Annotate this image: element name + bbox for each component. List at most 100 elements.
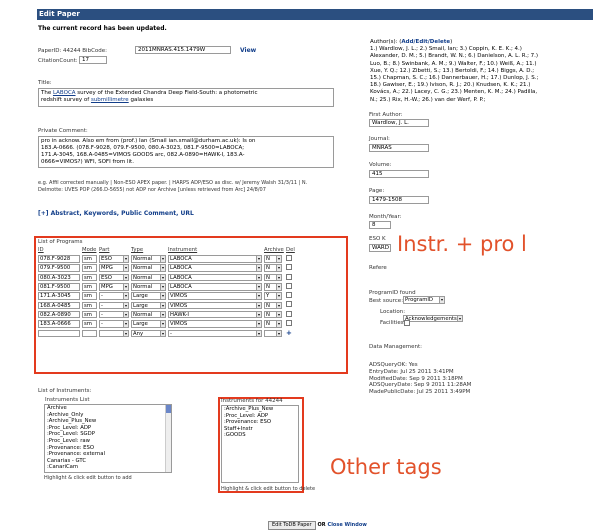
authors-edit-link[interactable]: Add/Edit/Delete — [401, 39, 450, 45]
program-id-input[interactable]: 078.F-9028 — [38, 255, 80, 263]
title-textarea[interactable]: The LABOCA survey of the Extended Chandr… — [38, 88, 334, 107]
col-part[interactable]: Part — [99, 247, 109, 253]
col-archive[interactable]: Archive — [264, 247, 284, 253]
add-program-button[interactable]: + — [286, 329, 292, 337]
instrument-list-item[interactable]: :Provenance: ESO — [45, 445, 171, 452]
program-archive-select[interactable]: N ▾ — [264, 283, 282, 291]
program-delete-checkbox[interactable] — [286, 264, 292, 271]
col-type[interactable]: Type — [131, 247, 143, 253]
program-id-input[interactable]: 183.A-0666 — [38, 320, 80, 328]
program-instrument-select[interactable]: - ▾ — [168, 329, 262, 338]
program-archive-select[interactable]: Y ▾ — [264, 292, 282, 300]
program-delete-checkbox[interactable] — [286, 292, 292, 299]
program-delete-checkbox[interactable] — [286, 254, 292, 261]
instrument-list-item[interactable]: :Archive_Only — [45, 412, 171, 419]
location-select[interactable]: Acknowledgements ▾ — [403, 314, 463, 322]
program-instrument-select[interactable]: HAWK-I ▾ — [168, 310, 262, 319]
program-delete-checkbox[interactable] — [286, 282, 292, 289]
close-window-link[interactable]: Close Window — [328, 522, 367, 528]
program-part-select[interactable]: MPG ▾ — [99, 283, 129, 291]
program-delete-checkbox[interactable] — [286, 273, 292, 280]
program-archive-select[interactable]: N ▾ — [264, 273, 282, 282]
program-part-select[interactable]: - ▾ — [99, 310, 129, 319]
program-mode-input[interactable]: sm — [82, 283, 97, 291]
program-instrument-select[interactable]: VIMOS ▾ — [168, 292, 262, 300]
assigned-instrument-item[interactable]: :Provenance: ESO — [222, 419, 298, 426]
program-type-select[interactable]: Large ▾ — [131, 320, 166, 328]
first-author-input[interactable]: Wardlow, J. L. — [369, 119, 429, 127]
program-type-select[interactable]: Large ▾ — [131, 292, 166, 300]
col-instrument[interactable]: Instrument — [168, 247, 197, 253]
instrument-list-item[interactable]: Canarias - GTC — [45, 458, 171, 465]
program-part-select[interactable]: - ▾ — [99, 320, 129, 328]
program-mode-input[interactable]: sm — [82, 320, 97, 328]
program-part-select[interactable]: ESO ▾ — [99, 255, 129, 263]
best-source-select[interactable]: ProgramID ▾ — [403, 296, 445, 304]
instruments-listbox[interactable]: Archive:Archive_Only:Archive_Plus_New:Pr… — [44, 404, 172, 473]
col-mode[interactable]: Mode — [82, 247, 96, 253]
bibcode-input[interactable]: 2011MNRAS.415.1479W — [135, 46, 231, 54]
view-link[interactable]: View — [240, 47, 256, 54]
program-part-select[interactable]: - ▾ — [99, 301, 129, 310]
program-mode-input[interactable]: sm — [82, 273, 97, 282]
assigned-instrument-item[interactable]: Staff+Instr — [222, 426, 298, 433]
program-mode-input[interactable]: sm — [82, 310, 97, 319]
program-instrument-select[interactable]: LABOCA ▾ — [168, 273, 262, 282]
program-mode-input[interactable] — [82, 329, 97, 338]
program-mode-input[interactable]: sm — [82, 301, 97, 310]
page-input[interactable]: 1479-1508 — [369, 196, 429, 204]
program-archive-select[interactable]: N ▾ — [264, 320, 282, 328]
program-type-select[interactable]: Normal ▾ — [131, 273, 166, 282]
abstract-toggle-link[interactable]: [+] Abstract, Keywords, Public Comment, … — [38, 210, 194, 217]
program-type-select[interactable]: Large ▾ — [131, 301, 166, 310]
program-delete-checkbox[interactable] — [286, 301, 292, 308]
program-mode-input[interactable]: sm — [82, 292, 97, 300]
col-id[interactable]: ID — [38, 247, 44, 253]
program-id-input[interactable]: 079.F-9500 — [38, 264, 80, 272]
program-id-input[interactable]: 080.A-3023 — [38, 273, 80, 282]
program-id-input[interactable]: 082.A-0890 — [38, 310, 80, 319]
program-instrument-select[interactable]: LABOCA ▾ — [168, 255, 262, 263]
journal-input[interactable]: MNRAS — [369, 144, 429, 152]
instrument-list-item[interactable]: :Proc_Level: SGDP — [45, 431, 171, 438]
month-input[interactable]: 8 — [369, 221, 391, 229]
program-part-select[interactable]: - ▾ — [99, 292, 129, 300]
program-instrument-select[interactable]: LABOCA ▾ — [168, 264, 262, 272]
program-part-select[interactable]: ESO ▾ — [99, 273, 129, 282]
program-mode-input[interactable]: sm — [82, 255, 97, 263]
program-archive-select[interactable]: N ▾ — [264, 255, 282, 263]
program-instrument-select[interactable]: VIMOS ▾ — [168, 320, 262, 328]
assigned-instrument-item[interactable]: :GOODS — [222, 432, 298, 439]
private-comment-textarea[interactable]: pro in acknow. Also em from (prof.) Ian … — [38, 136, 334, 168]
citation-input[interactable]: 17 — [79, 56, 107, 64]
assigned-instrument-item[interactable]: :Proc_Level: ADP — [222, 413, 298, 420]
listbox-scrollbar[interactable] — [165, 405, 171, 472]
volume-input[interactable]: 415 — [369, 170, 429, 178]
instrument-list-item[interactable]: :Provenance: external — [45, 451, 171, 458]
program-archive-select[interactable]: ▾ — [264, 329, 282, 338]
edit-paper-button[interactable]: Edit ToDB Paper — [268, 521, 316, 530]
program-type-select[interactable]: Normal ▾ — [131, 283, 166, 291]
program-archive-select[interactable]: N ▾ — [264, 264, 282, 272]
program-type-select[interactable]: Normal ▾ — [131, 255, 166, 263]
program-type-select[interactable]: Any ▾ — [131, 329, 166, 338]
program-instrument-select[interactable]: VIMOS ▾ — [168, 301, 262, 310]
facilities-checkbox[interactable] — [404, 320, 410, 326]
program-part-select[interactable]: ▾ — [99, 329, 129, 338]
program-type-select[interactable]: Normal ▾ — [131, 310, 166, 319]
instrument-list-item[interactable]: :Proc_Level: ADP — [45, 425, 171, 432]
program-id-input[interactable]: 081.F-9500 — [38, 283, 80, 291]
instrument-list-item[interactable]: :CanariCam — [45, 464, 171, 471]
eso-input[interactable]: WARD — [369, 244, 391, 252]
instrument-list-item[interactable]: :Archive_Plus_New — [45, 418, 171, 425]
instruments-for-listbox[interactable]: :Archive_Plus_New:Proc_Level: ADP:Proven… — [221, 405, 299, 483]
program-delete-checkbox[interactable] — [286, 310, 292, 317]
program-type-select[interactable]: Normal ▾ — [131, 264, 166, 272]
assigned-instrument-item[interactable]: :Archive_Plus_New — [222, 406, 298, 413]
program-delete-checkbox[interactable] — [286, 320, 292, 327]
program-archive-select[interactable]: N ▾ — [264, 310, 282, 319]
program-id-input[interactable]: 168.A-0485 — [38, 301, 80, 310]
instrument-list-item[interactable]: :Proc_Level: raw — [45, 438, 171, 445]
program-part-select[interactable]: MPG ▾ — [99, 264, 129, 272]
program-id-input[interactable]: 171.A-3045 — [38, 292, 80, 300]
